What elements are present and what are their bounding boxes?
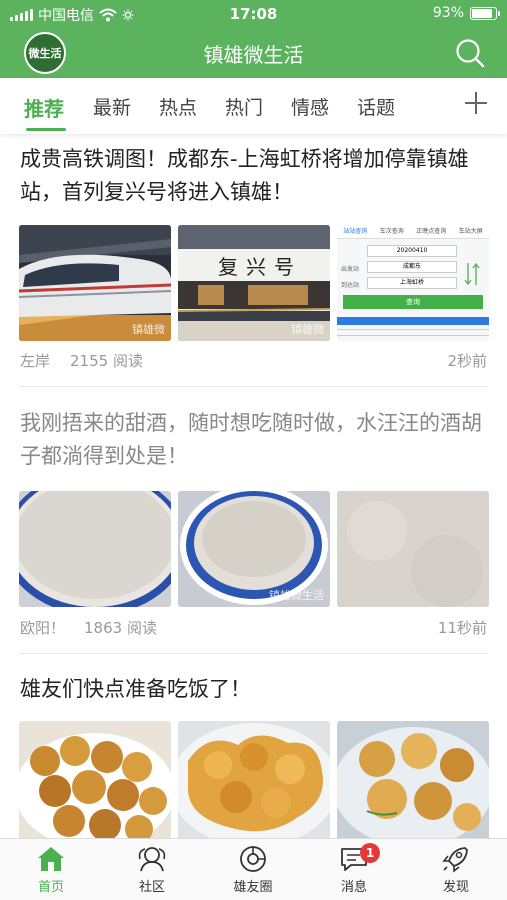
battery-icon [470, 6, 500, 20]
app-screen: 中国电信 17:08 93% 微生活 镇雄微生活 推荐 最新 热点 热门 情感 … [0, 0, 507, 900]
category-tabs: 推荐 最新 热点 热门 情感 话题 [0, 78, 507, 134]
article-card[interactable]: 雄友们快点准备吃饭了！ [0, 654, 507, 838]
article-thumbnail[interactable] [19, 491, 171, 607]
battery-percent: 93% [432, 5, 464, 21]
train-name-text: 复兴号 [218, 255, 302, 279]
article-thumbnail[interactable] [337, 491, 489, 607]
tab-topics[interactable]: 话题 [357, 93, 395, 120]
rice-wine-photo [337, 491, 489, 607]
tabbar-label: 社区 [138, 880, 165, 895]
tabbar-discover[interactable]: 发现 [416, 845, 496, 895]
article-meta: 欧阳！ 1863 阅读 11秒前 [20, 617, 487, 637]
ticket-form-tabs: 站站查询 车次查询 正晚点查询 车站大屏 [337, 225, 489, 239]
tabbar-label: 发现 [442, 880, 469, 895]
article-meta: 左岸 2155 阅读 2秒前 [20, 350, 487, 370]
article-title[interactable]: 我刚捂来的甜酒，随时想吃随时做，水汪汪的酒胡子都淌得到处是！ [20, 407, 490, 473]
article-thumbnail[interactable] [178, 721, 330, 838]
rice-wine-photo [19, 491, 171, 607]
ticket-date-field: 20200410 [367, 245, 457, 257]
article-time: 2秒前 [447, 352, 487, 370]
article-feed: 成贵高铁调图！成都东-上海虹桥将增加停靠镇雄站，首列复兴号将进入镇雄！ 镇雄微 [0, 134, 507, 838]
article-thumbnail[interactable] [337, 721, 489, 838]
article-time: 11秒前 [437, 619, 487, 637]
app-header: 中国电信 17:08 93% 微生活 镇雄微生活 [0, 0, 507, 78]
tabbar-messages[interactable]: 1 消息 [314, 843, 394, 895]
fried-food-photo [178, 721, 330, 838]
article-thumbnail[interactable]: 镇雄微生活 [178, 491, 330, 607]
status-time: 17:08 [229, 5, 278, 23]
image-watermark: 镇雄微 [132, 323, 165, 336]
search-icon[interactable] [455, 38, 485, 68]
image-watermark: 镇雄微生活 [269, 589, 324, 602]
tab-recommend[interactable]: 推荐 [24, 93, 64, 122]
article-thumbnail[interactable] [19, 721, 171, 838]
tabbar-home[interactable]: 首页 [11, 845, 91, 895]
add-tab-icon[interactable] [463, 90, 489, 116]
article-author[interactable]: 左岸 [20, 350, 50, 371]
message-badge: 1 [360, 843, 380, 863]
image-watermark: 镇雄微 [291, 323, 324, 336]
tab-hot-spot[interactable]: 热点 [159, 93, 197, 120]
article-read-count: 2155 阅读 [70, 352, 143, 370]
fried-potato-photo [19, 721, 171, 838]
tabbar-moments[interactable]: 雄友圈 [213, 845, 293, 895]
community-icon [138, 847, 166, 872]
moments-icon [240, 846, 266, 872]
article-title[interactable]: 雄友们快点准备吃饭了！ [20, 673, 490, 706]
swap-stations-icon [464, 262, 480, 286]
bottom-tab-bar: 首页 社区 雄友圈 1 消息 发现 [0, 838, 507, 900]
page-title: 镇雄微生活 [203, 43, 304, 67]
fried-food-photo [337, 721, 489, 838]
article-thumbnail[interactable]: 镇雄微 [19, 225, 171, 341]
tab-latest[interactable]: 最新 [93, 93, 131, 120]
ticket-to-field: 上海虹桥 [367, 277, 457, 289]
article-title[interactable]: 成贵高铁调图！成都东-上海虹桥将增加停靠镇雄站，首列复兴号将进入镇雄！ [20, 143, 490, 209]
article-read-count: 1863 阅读 [84, 619, 157, 637]
tab-popular[interactable]: 热门 [225, 93, 263, 120]
article-card[interactable]: 我刚捂来的甜酒，随时想吃随时做，水汪汪的酒胡子都淌得到处是！ 镇雄微生活 欧阳！… [0, 387, 507, 654]
article-author[interactable]: 欧阳！ [20, 617, 65, 638]
article-card[interactable]: 成贵高铁调图！成都东-上海虹桥将增加停靠镇雄站，首列复兴号将进入镇雄！ 镇雄微 [0, 134, 507, 387]
tabbar-label: 雄友圈 [233, 880, 273, 895]
ticket-result-header [337, 317, 489, 325]
tab-emotion[interactable]: 情感 [291, 93, 329, 120]
tabbar-label: 首页 [37, 880, 64, 895]
article-thumbnail[interactable]: 站站查询 车次查询 正晚点查询 车站大屏 20200410 出发站 成都东 到达… [337, 225, 489, 341]
tabbar-community[interactable]: 社区 [112, 845, 192, 895]
ticket-query-button: 查询 [343, 295, 483, 309]
ticket-from-field: 成都东 [367, 261, 457, 273]
rocket-icon [442, 847, 468, 873]
article-thumbnail[interactable]: 复兴号 镇雄微 [178, 225, 330, 341]
status-bar: 中国电信 17:08 93% [0, 0, 507, 28]
home-icon [38, 847, 64, 871]
active-tab-underline [26, 128, 66, 131]
tabbar-label: 消息 [340, 880, 367, 895]
status-right: 93% [432, 5, 500, 21]
battery-fill [472, 8, 492, 18]
